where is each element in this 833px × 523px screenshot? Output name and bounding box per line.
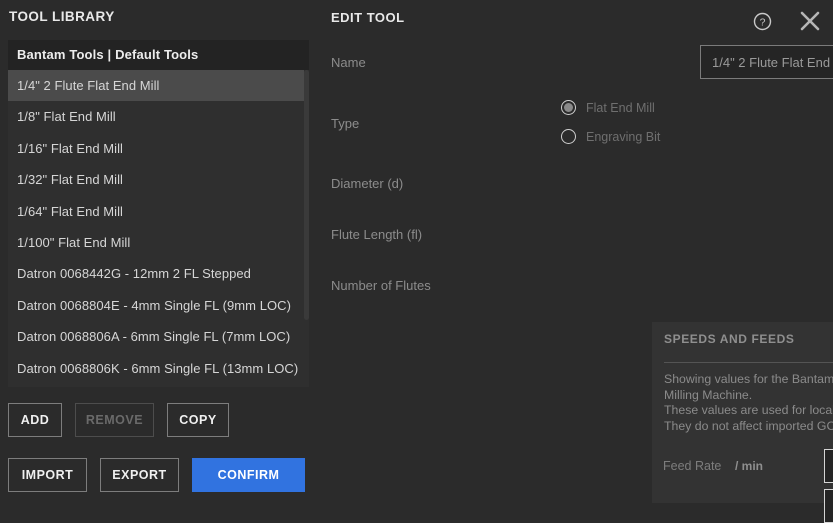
remove-button: REMOVE (75, 403, 154, 437)
speeds-and-feeds-card: SPEEDS AND FEEDS Showing values for the … (652, 322, 833, 523)
library-actions-row: IMPORT EXPORT CONFIRM (8, 458, 305, 492)
tool-library-dialog: TOOL LIBRARY Bantam Tools | Default Tool… (0, 0, 833, 523)
type-option-engraving-bit[interactable]: Engraving Bit (561, 129, 660, 144)
radio-engraving-bit[interactable] (561, 129, 576, 144)
tool-list-header: Bantam Tools | Default Tools (8, 40, 309, 70)
tool-list-item[interactable]: 1/64" Flat End Mill (8, 195, 309, 227)
tool-list-item[interactable]: 1/8" Flat End Mill (8, 101, 309, 133)
confirm-button[interactable]: CONFIRM (192, 458, 305, 492)
speeds-and-feeds-title: SPEEDS AND FEEDS (664, 332, 795, 346)
copy-button[interactable]: COPY (167, 403, 229, 437)
page-title: TOOL LIBRARY (9, 9, 115, 24)
speeds-and-feeds-header[interactable]: SPEEDS AND FEEDS (652, 322, 833, 356)
tool-library-panel: TOOL LIBRARY Bantam Tools | Default Tool… (0, 0, 320, 503)
help-icon[interactable]: ? (749, 8, 775, 34)
radio-label-engraving-bit: Engraving Bit (586, 129, 661, 144)
tool-list-item[interactable]: Datron 0068806K - 6mm Single FL (13mm LO… (8, 352, 309, 384)
dialog-controls: ? (749, 8, 823, 34)
import-button[interactable]: IMPORT (8, 458, 87, 492)
edit-tool-panel: EDIT TOOL ? Name Type Flat End Mill (320, 0, 833, 523)
tool-actions-row: ADD REMOVE COPY (8, 403, 242, 437)
tool-list-scrollbar-thumb[interactable] (304, 70, 309, 320)
feed-rate-label: Feed Rate (663, 459, 722, 473)
tool-list-item[interactable]: Datron 0068806A - 6mm Single FL (7mm LOC… (8, 321, 309, 353)
export-button[interactable]: EXPORT (100, 458, 179, 492)
feed-rate-row: Feed Rate / min in (652, 447, 833, 487)
number-of-flutes-label: Number of Flutes (331, 278, 431, 293)
feed-rate-per-unit: / min (735, 459, 764, 473)
flute-length-label: Flute Length (fl) (331, 227, 423, 242)
diameter-label: Diameter (d) (331, 176, 404, 191)
edit-tool-title: EDIT TOOL (331, 10, 405, 25)
tool-list-item[interactable]: 1/4" 2 Flute Flat End Mill (8, 70, 309, 102)
tool-list-item[interactable]: Datron 0068804E - 4mm Single FL (9mm LOC… (8, 289, 309, 322)
tool-list-item[interactable]: 1/32" Flat End Mill (8, 164, 309, 196)
tool-list-item[interactable]: Datron 0068442G - 12mm 2 FL Stepped (8, 258, 309, 290)
tool-list-item[interactable]: 1/100" Flat End Mill (8, 226, 309, 259)
svg-text:?: ? (759, 16, 765, 28)
add-button[interactable]: ADD (8, 403, 62, 437)
feed-rate-input[interactable] (824, 449, 833, 483)
type-label: Type (331, 116, 360, 131)
speeds-and-feeds-note: Showing values for the Bantam Tools Desk… (664, 372, 833, 433)
tool-list[interactable]: Bantam Tools | Default Tools 1/4" 2 Flut… (8, 40, 309, 387)
radio-flat-end-mill[interactable] (561, 100, 576, 115)
type-option-flat-end-mill[interactable]: Flat End Mill (561, 100, 655, 115)
close-icon[interactable] (797, 8, 823, 34)
radio-label-flat-end-mill: Flat End Mill (586, 100, 655, 115)
tool-list-item[interactable]: 1/16" Flat End Mill (8, 132, 309, 165)
name-label: Name (331, 55, 366, 70)
next-speeds-feeds-input[interactable] (824, 489, 833, 523)
name-input[interactable] (700, 45, 833, 79)
